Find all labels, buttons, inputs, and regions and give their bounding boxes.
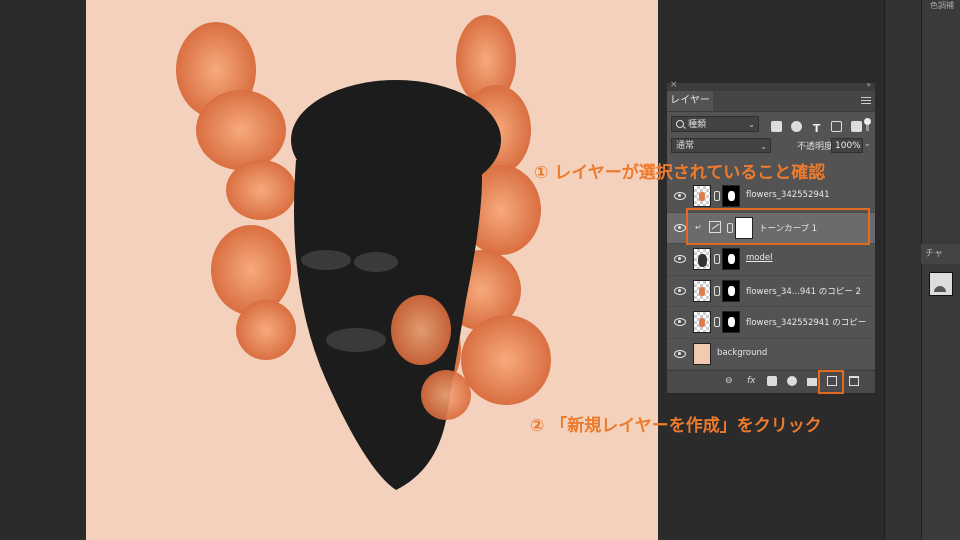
layer-row[interactable]: model — [667, 244, 875, 276]
trash-icon[interactable] — [849, 376, 859, 386]
pixel-filter-icon[interactable] — [771, 121, 782, 132]
link-icon[interactable] — [714, 191, 720, 201]
filter-toggle-icon[interactable] — [864, 118, 871, 125]
layer-thumbnail — [693, 185, 711, 207]
layer-name[interactable]: flowers_342552941 のコピー — [746, 316, 866, 328]
collapse-icon[interactable]: » — [866, 80, 871, 89]
eye-icon[interactable] — [674, 349, 686, 358]
chevron-down-icon: ⌄ — [748, 120, 755, 129]
mask-thumbnail[interactable] — [722, 185, 740, 207]
layer-name[interactable]: flowers_34...941 のコピー 2 — [746, 285, 861, 297]
shape-filter-icon[interactable] — [831, 121, 843, 132]
layer-name[interactable]: background — [717, 348, 767, 358]
eye-icon[interactable] — [674, 192, 686, 200]
panel-titlebar: × » — [667, 80, 875, 91]
panel-tabbar: レイヤー — [667, 91, 875, 112]
opacity-input[interactable]: 100% — [831, 138, 863, 153]
tab-layers[interactable]: レイヤー — [667, 91, 713, 111]
type-filter-icon[interactable]: T — [811, 123, 822, 134]
blend-row: 通常 ⌄ 不透明度： 100% ⌄ — [667, 138, 875, 156]
link-icon[interactable]: ⊖ — [725, 376, 733, 386]
close-icon[interactable]: × — [670, 80, 678, 90]
annotation-step2: ② 「新規レイヤーを作成」をクリック — [530, 416, 822, 436]
highlight-selected-layer — [686, 208, 870, 245]
layer-name[interactable]: flowers_342552941 — [746, 190, 830, 200]
right-dock: チャ — [884, 0, 960, 540]
mask-thumbnail[interactable] — [722, 248, 740, 270]
artwork — [176, 15, 551, 490]
layer-name[interactable]: model — [746, 253, 772, 263]
mask-thumbnail[interactable] — [722, 311, 740, 333]
folder-icon[interactable] — [807, 378, 817, 386]
collapsed-panels — [921, 0, 960, 540]
layer-row[interactable]: flowers_342552941 のコピー — [667, 307, 875, 339]
adjustment-icon[interactable] — [787, 376, 797, 386]
layer-thumbnail — [693, 248, 711, 270]
chevron-down-icon: ⌄ — [760, 142, 767, 151]
layer-thumbnail — [693, 279, 711, 302]
filter-row: 種類 ⌄ T — [667, 116, 875, 138]
adjustments-tab-label[interactable]: 色調補 — [930, 0, 954, 11]
link-icon[interactable] — [714, 285, 720, 296]
annotation-step1: ① レイヤーが選択されていること確認 — [534, 163, 826, 183]
filter-toggle-bar — [866, 125, 869, 131]
blend-mode-value: 通常 — [676, 141, 695, 151]
mask-thumbnail[interactable] — [722, 279, 740, 302]
layer-row[interactable]: flowers_34...941 のコピー 2 — [667, 276, 875, 307]
search-icon — [676, 120, 684, 128]
document-canvas[interactable] — [86, 0, 658, 540]
eye-icon[interactable] — [674, 318, 686, 326]
layer-thumbnail — [693, 342, 711, 365]
layer-filter-select[interactable]: 種類 ⌄ — [671, 116, 759, 132]
link-icon[interactable] — [714, 254, 720, 264]
eye-icon[interactable] — [674, 223, 686, 232]
blend-mode-select[interactable]: 通常 ⌄ — [671, 138, 771, 153]
panel-menu-icon[interactable] — [861, 95, 871, 105]
link-icon[interactable] — [714, 317, 720, 327]
filter-icons: T — [771, 117, 866, 136]
smart-object-filter-icon[interactable] — [851, 121, 863, 132]
chevron-down-icon[interactable]: ⌄ — [864, 139, 871, 148]
layer-row[interactable]: background — [667, 339, 875, 370]
eye-icon[interactable] — [674, 286, 686, 295]
fx-icon[interactable]: fx — [747, 376, 756, 386]
mask-icon[interactable] — [767, 376, 777, 386]
channels-tab[interactable]: チャ — [921, 244, 960, 264]
layer-thumbnail — [693, 311, 711, 333]
eye-icon[interactable] — [674, 255, 686, 263]
highlight-new-layer-button — [818, 370, 844, 394]
curves-preset-icon[interactable] — [929, 272, 953, 296]
filter-value: 種類 — [688, 120, 707, 130]
flowers-left — [176, 22, 296, 360]
adjustment-filter-icon[interactable] — [791, 121, 803, 132]
